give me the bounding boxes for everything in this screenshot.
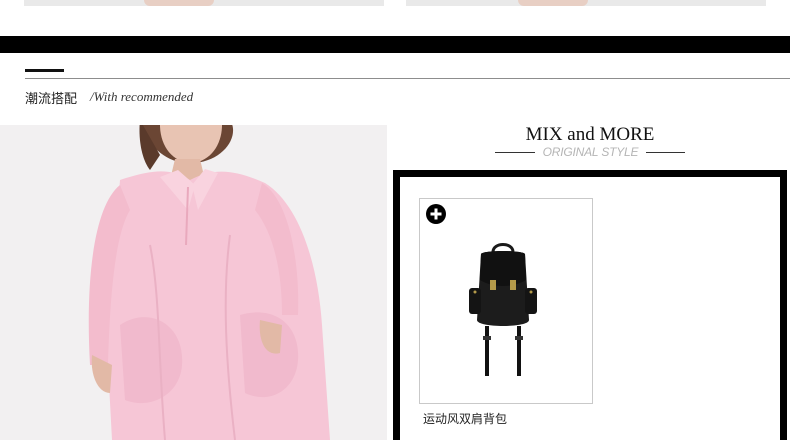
product-image-backpack[interactable]: [463, 240, 543, 380]
model-illustration: [0, 125, 387, 440]
photo-detail: [144, 0, 214, 6]
previous-product-photo-left[interactable]: [24, 0, 384, 6]
section-divider-bar: [0, 36, 790, 53]
subtitle-rule-left: [495, 152, 535, 153]
photo-detail: [518, 0, 588, 6]
section-title-rule: [25, 78, 790, 79]
product-name[interactable]: 运动风双肩背包: [423, 410, 507, 427]
subtitle-rule-right: [646, 152, 685, 153]
section-subtitle: /With recommended: [90, 89, 194, 104]
mix-title: MIX and MORE: [525, 124, 655, 145]
section-title-accent: [25, 69, 64, 72]
section-title: 潮流搭配: [25, 92, 78, 107]
mix-subtitle: ORIGINAL STYLE: [542, 145, 639, 159]
previous-product-photo-right[interactable]: [406, 0, 766, 6]
model-photo: [0, 125, 387, 440]
plus-circle-icon[interactable]: [426, 204, 446, 224]
